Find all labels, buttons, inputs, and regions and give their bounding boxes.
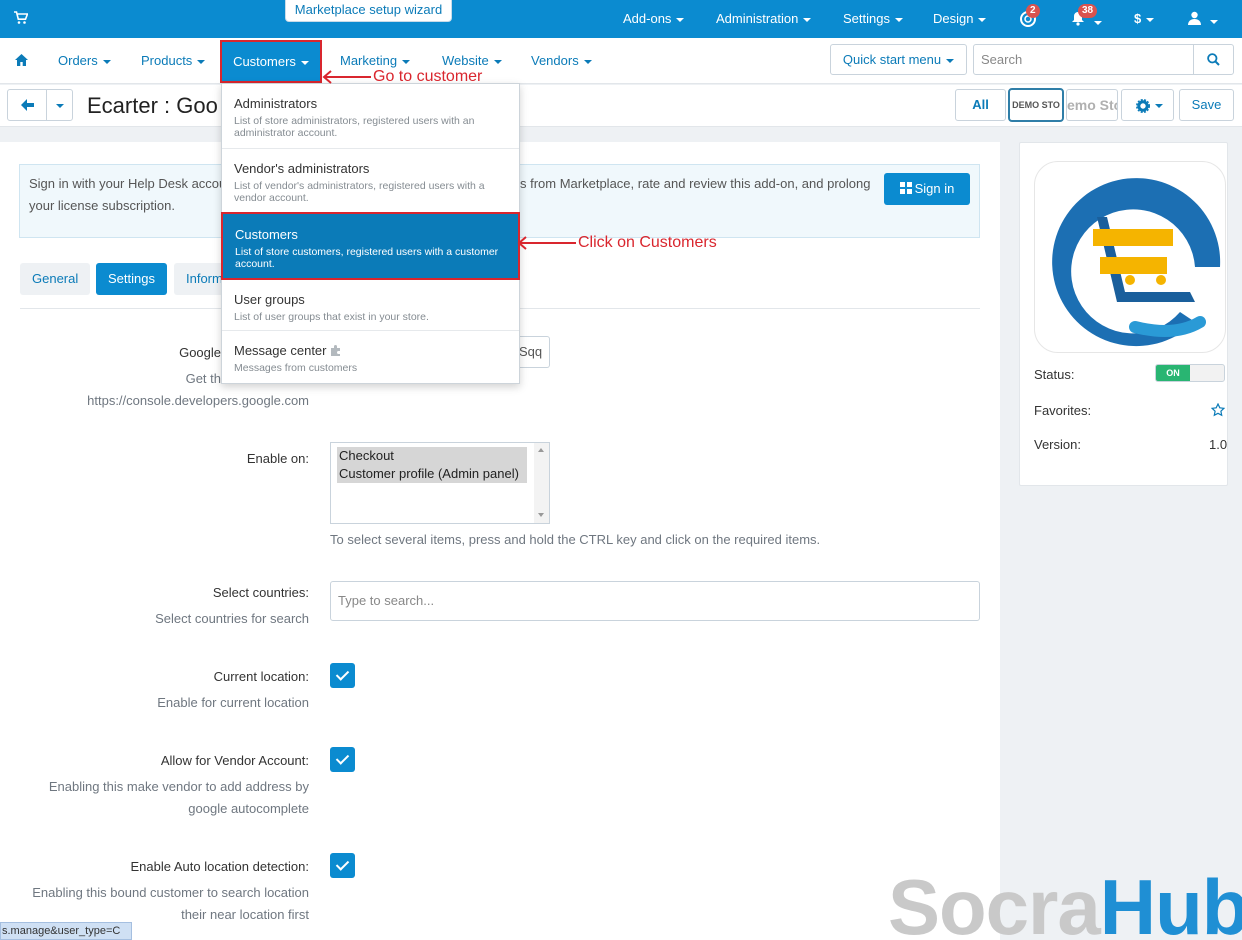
tab-settings[interactable]: Settings <box>96 263 167 295</box>
enable-on-option-checkout[interactable]: Checkout <box>337 447 527 465</box>
annotation-arrow-go-to <box>322 70 371 84</box>
select-countries-label: Select countries: <box>212 585 309 600</box>
dropdown-item-title: User groups <box>234 292 305 307</box>
version-value: 1.0 <box>1209 437 1228 452</box>
currency-selector[interactable]: $ <box>1134 0 1154 38</box>
help-badge: 2 <box>1026 4 1040 18</box>
current-location-checkbox[interactable] <box>330 663 355 688</box>
watermark-logo: SocraHub <box>888 863 1242 940</box>
dropdown-item-title: Customers <box>235 227 298 242</box>
top-menu-addons[interactable]: Add-ons <box>623 0 684 38</box>
dropdown-item-user-groups[interactable]: User groups List of user groups that exi… <box>222 280 519 331</box>
user-icon[interactable] <box>1188 11 1218 28</box>
auto-location-hint-1: Enabling this bound customer to search l… <box>32 885 309 900</box>
dropdown-item-desc: List of store customers, registered user… <box>235 246 499 270</box>
search-icon <box>1207 53 1220 66</box>
current-location-label: Current location: <box>213 669 309 684</box>
dropdown-item-desc: Messages from customers <box>234 362 358 374</box>
star-icon[interactable] <box>1210 402 1226 420</box>
auto-location-label: Enable Auto location detection: <box>130 859 309 874</box>
notifications-badge: 38 <box>1078 4 1098 18</box>
vendor-account-label: Allow for Vendor Account: <box>160 753 309 768</box>
top-bar <box>0 0 1242 38</box>
helpdesk-text-left: Sign in with your Help Desk accou <box>29 176 227 191</box>
status-label: Status: <box>1034 367 1075 382</box>
cart-icon[interactable] <box>14 11 29 28</box>
search-input[interactable]: Search <box>973 44 1195 75</box>
sign-in-label: Sign in <box>914 181 955 196</box>
dropdown-item-title: Message center <box>234 343 327 358</box>
status-toggle[interactable]: ON <box>1155 364 1225 382</box>
top-menu-design[interactable]: Design <box>933 0 986 38</box>
nav-customers[interactable]: Customers <box>220 40 322 83</box>
vendor-account-hint-2: google autocomplete <box>188 801 309 816</box>
dropdown-item-desc: List of user groups that exist in your s… <box>234 311 429 323</box>
scroll-down-icon[interactable] <box>538 513 544 517</box>
helpdesk-text-line2: your license subscription. <box>29 198 175 213</box>
search-button[interactable] <box>1193 44 1234 75</box>
arrow-left-icon <box>21 99 34 111</box>
page-title: Ecarter : Goo <box>87 93 218 118</box>
all-storefronts-button[interactable]: All <box>955 89 1006 121</box>
addon-logo <box>1034 161 1226 353</box>
nav-orders[interactable]: Orders <box>58 38 111 84</box>
chevron-down-icon <box>56 104 64 108</box>
customers-dropdown-menu: Administrators List of store administrat… <box>221 83 520 384</box>
settings-dropdown-button[interactable] <box>1121 89 1174 121</box>
google-api-hint-1: Get th <box>185 371 221 386</box>
google-api-hint-2: https://console.developers.google.com <box>87 393 309 408</box>
version-label: Version: <box>1034 437 1081 452</box>
google-api-label: Google <box>179 345 221 360</box>
enable-on-label: Enable on: <box>246 451 309 466</box>
nav-vendors[interactable]: Vendors <box>531 38 592 84</box>
chevron-down-icon <box>1155 104 1163 108</box>
dropdown-item-message-center[interactable]: Message center Messages from customers <box>222 331 519 383</box>
marketplace-setup-wizard-tab[interactable]: Marketplace setup wizard <box>285 0 452 22</box>
dropdown-item-title: Vendor's administrators <box>234 161 370 176</box>
puzzle-icon <box>331 345 341 356</box>
dropdown-item-desc: List of store administrators, registered… <box>234 115 475 139</box>
status-bar-url: s.manage&user_type=C <box>0 922 132 940</box>
dropdown-item-customers[interactable]: Customers List of store customers, regis… <box>221 212 520 280</box>
favorites-label: Favorites: <box>1034 403 1092 418</box>
enable-on-hint: To select several items, press and hold … <box>330 532 821 547</box>
annotation-click-on-customers: Click on Customers <box>578 234 717 251</box>
multiselect-scrollbar[interactable] <box>534 443 549 523</box>
vendor-account-checkbox[interactable] <box>330 747 355 772</box>
helpdesk-text-right: s from Marketplace, rate and review this… <box>520 176 871 191</box>
back-button[interactable] <box>7 89 47 121</box>
auto-location-hint-2: their near location first <box>181 907 309 922</box>
annotation-arrow-click-on <box>517 236 576 250</box>
history-dropdown-button[interactable] <box>46 89 73 121</box>
dropdown-item-title: Administrators <box>234 96 318 111</box>
nav-products[interactable]: Products <box>141 38 205 84</box>
demo-store-button[interactable]: DEMO STO <box>1008 88 1064 122</box>
tab-general[interactable]: General <box>20 263 91 295</box>
top-menu-settings[interactable]: Settings <box>843 0 903 38</box>
home-icon[interactable] <box>15 54 28 69</box>
top-menu-administration[interactable]: Administration <box>716 0 811 38</box>
auto-location-checkbox[interactable] <box>330 853 355 878</box>
dropdown-item-desc: List of vendor's administrators, registe… <box>234 180 485 204</box>
sign-in-button[interactable]: Sign in <box>884 173 970 205</box>
select-countries-hint: Select countries for search <box>155 611 309 626</box>
vendor-account-hint-1: Enabling this make vendor to add address… <box>48 779 309 794</box>
dropdown-item-administrators[interactable]: Administrators List of store administrat… <box>222 84 519 149</box>
quick-start-menu-button[interactable]: Quick start menu <box>830 44 967 75</box>
grid-icon <box>899 182 912 194</box>
save-button[interactable]: Save <box>1179 89 1234 121</box>
enable-on-multiselect[interactable]: Checkout Customer profile (Admin panel) <box>330 442 550 524</box>
country-search-input[interactable]: Type to search... <box>330 581 980 621</box>
annotation-go-to-customer: Go to customer <box>373 68 483 85</box>
demo-store-button-2[interactable]: emo Sto <box>1066 89 1118 121</box>
enable-on-option-customer-profile[interactable]: Customer profile (Admin panel) <box>337 465 527 483</box>
status-toggle-on-label: ON <box>1156 365 1190 381</box>
gear-icon <box>1136 99 1150 113</box>
scroll-up-icon[interactable] <box>538 448 544 452</box>
current-location-hint: Enable for current location <box>157 695 309 710</box>
dropdown-item-vendor-administrators[interactable]: Vendor's administrators List of vendor's… <box>222 149 519 213</box>
